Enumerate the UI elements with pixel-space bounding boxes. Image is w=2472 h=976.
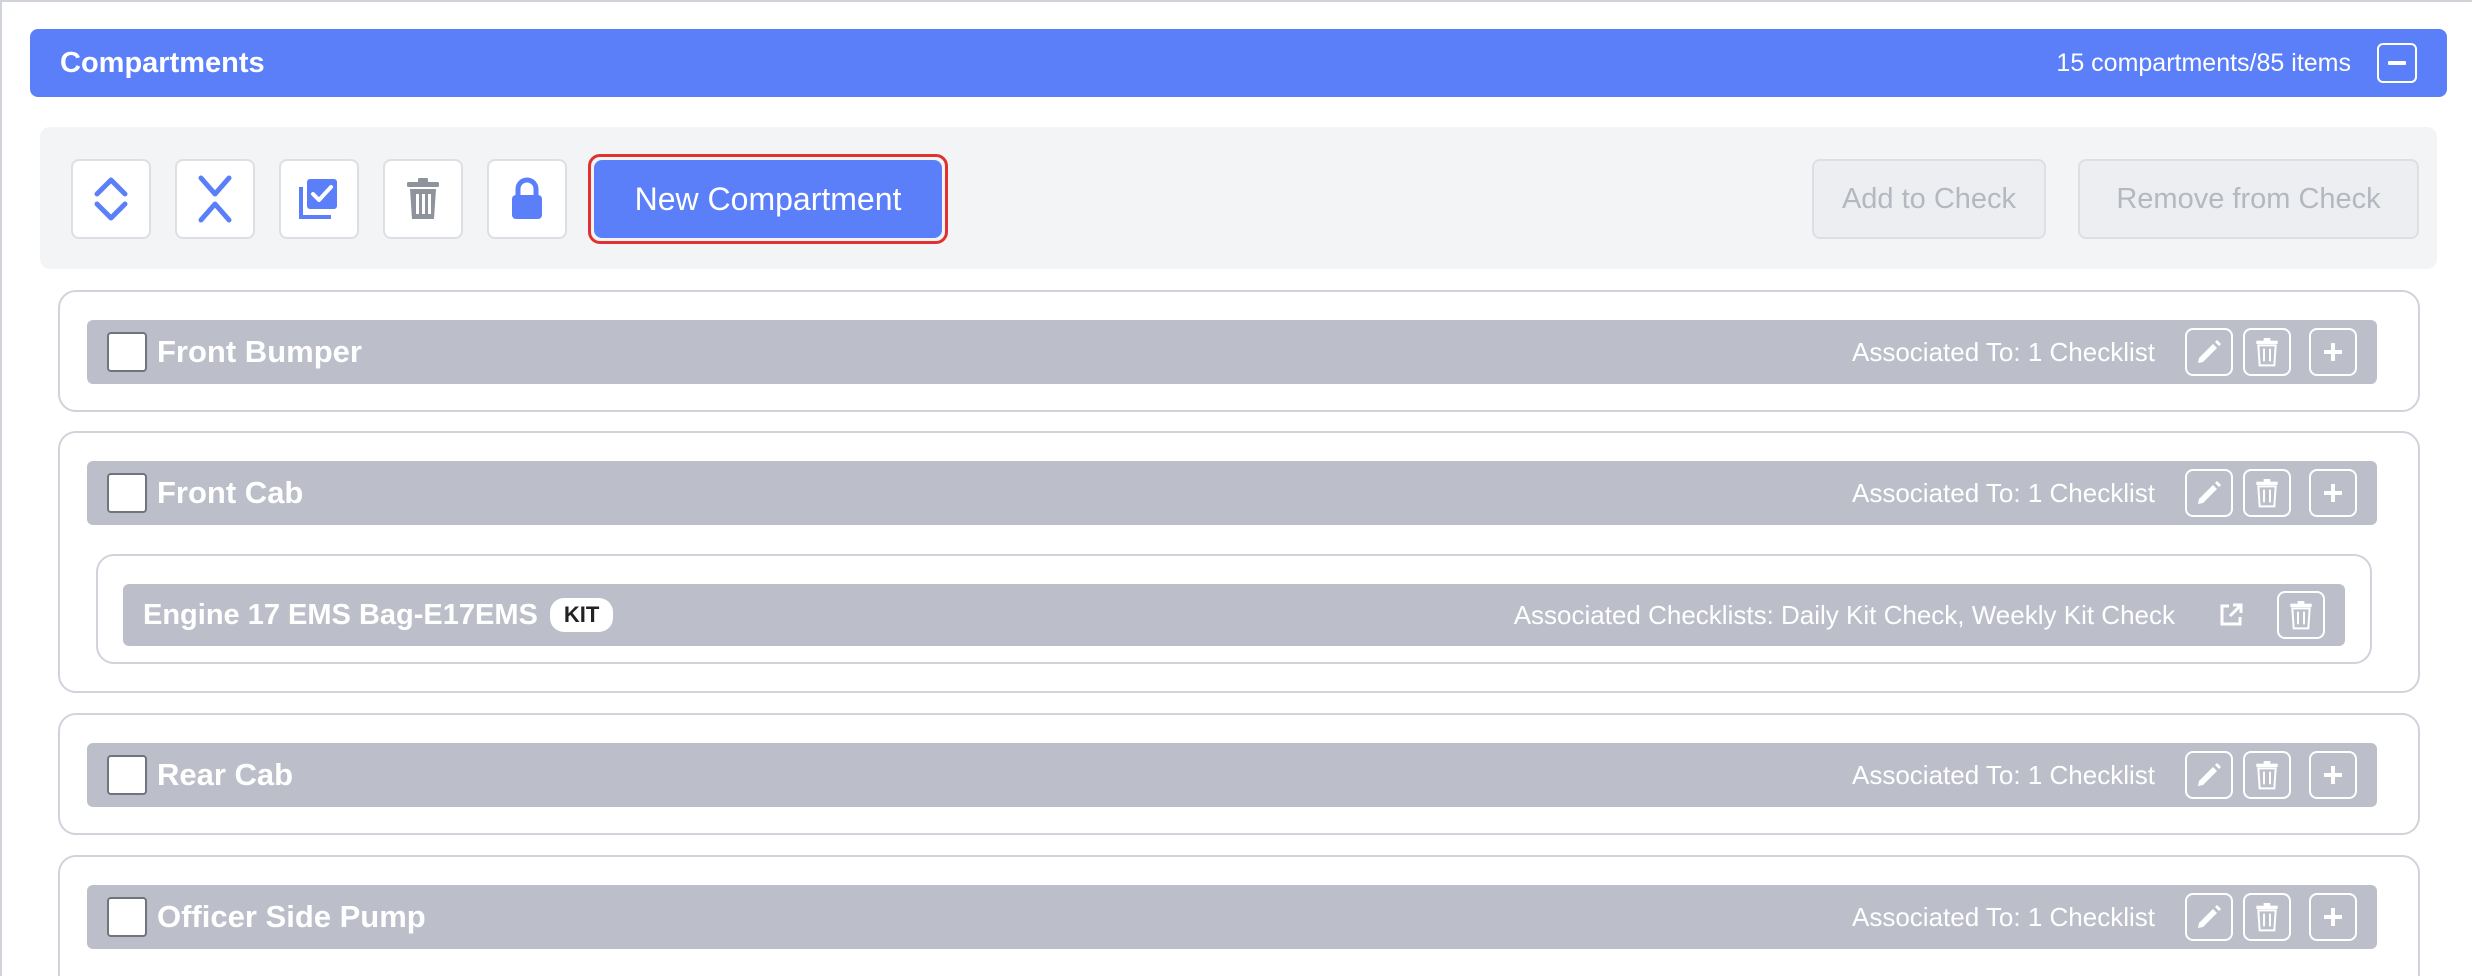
plus-icon bbox=[2324, 766, 2342, 784]
compartment-association: Associated To: 1 Checklist bbox=[1852, 759, 2155, 790]
collapse-panel-button[interactable] bbox=[2377, 43, 2417, 83]
kit-item-association: Associated Checklists: Daily Kit Check, … bbox=[1513, 599, 2175, 630]
collapse-icon bbox=[198, 175, 232, 223]
delete-button[interactable] bbox=[2243, 469, 2291, 517]
edit-button[interactable] bbox=[2185, 328, 2233, 376]
add-to-check-button[interactable]: Add to Check bbox=[1812, 159, 2046, 239]
delete-button[interactable] bbox=[2243, 328, 2291, 376]
lock-icon bbox=[512, 177, 542, 219]
compartment-card: Rear Cab Associated To: 1 Checklist bbox=[58, 713, 2420, 835]
pencil-icon bbox=[2198, 340, 2221, 363]
compartment-row[interactable]: Front Bumper Associated To: 1 Checklist bbox=[87, 320, 2377, 384]
kit-item-card: Engine 17 EMS Bag-E17EMS KIT Associated … bbox=[96, 554, 2372, 664]
minus-icon bbox=[2388, 61, 2406, 65]
kit-item-name: Engine 17 EMS Bag-E17EMS bbox=[143, 598, 538, 631]
panel-count: 15 compartments/85 items bbox=[2056, 48, 2351, 77]
pencil-icon bbox=[2198, 481, 2221, 504]
compartment-name: Front Cab bbox=[157, 475, 304, 510]
trash-icon bbox=[2256, 338, 2278, 367]
compartment-card: Officer Side Pump Associated To: 1 Check… bbox=[58, 855, 2420, 976]
trash-icon bbox=[2256, 903, 2278, 932]
add-item-button[interactable] bbox=[2309, 751, 2357, 799]
edit-button[interactable] bbox=[2185, 751, 2233, 799]
edit-button[interactable] bbox=[2185, 469, 2233, 517]
compartment-association: Associated To: 1 Checklist bbox=[1852, 336, 2155, 367]
pencil-icon bbox=[2198, 905, 2221, 928]
trash-icon bbox=[2256, 761, 2278, 790]
collapse-all-button[interactable] bbox=[175, 159, 255, 239]
panel-title: Compartments bbox=[60, 46, 265, 79]
compartment-association: Associated To: 1 Checklist bbox=[1852, 901, 2155, 932]
plus-icon bbox=[2324, 908, 2342, 926]
compartment-checkbox[interactable] bbox=[107, 755, 147, 795]
compartment-checkbox[interactable] bbox=[107, 897, 147, 937]
open-external-button[interactable] bbox=[2213, 597, 2249, 633]
compartment-checkbox[interactable] bbox=[107, 332, 147, 372]
add-item-button[interactable] bbox=[2309, 893, 2357, 941]
compartment-row[interactable]: Officer Side Pump Associated To: 1 Check… bbox=[87, 885, 2377, 949]
compartment-card: Front Bumper Associated To: 1 Checklist bbox=[58, 290, 2420, 412]
compartments-header: Compartments 15 compartments/85 items bbox=[30, 29, 2447, 97]
new-compartment-button[interactable]: New Compartment bbox=[588, 154, 948, 244]
trash-icon bbox=[2256, 479, 2278, 508]
compartment-row[interactable]: Front Cab Associated To: 1 Checklist bbox=[87, 461, 2377, 525]
compartment-name: Front Bumper bbox=[157, 334, 362, 369]
pencil-icon bbox=[2198, 763, 2221, 786]
expand-icon bbox=[94, 177, 128, 221]
add-item-button[interactable] bbox=[2309, 469, 2357, 517]
compartment-row[interactable]: Rear Cab Associated To: 1 Checklist bbox=[87, 743, 2377, 807]
trash-icon bbox=[2290, 601, 2312, 630]
lock-button[interactable] bbox=[487, 159, 567, 239]
compartment-name: Officer Side Pump bbox=[157, 899, 426, 934]
new-compartment-label: New Compartment bbox=[594, 160, 942, 238]
trash-icon bbox=[407, 178, 439, 219]
kit-badge: KIT bbox=[549, 598, 614, 632]
expand-all-button[interactable] bbox=[71, 159, 151, 239]
toolbar: New Compartment Add to Check Remove from… bbox=[40, 127, 2437, 269]
plus-icon bbox=[2324, 343, 2342, 361]
compartment-association: Associated To: 1 Checklist bbox=[1852, 477, 2155, 508]
compartment-card: Front Cab Associated To: 1 Checklist Eng… bbox=[58, 431, 2420, 693]
external-link-icon bbox=[2220, 603, 2243, 626]
remove-item-button[interactable] bbox=[2277, 591, 2325, 639]
kit-item-row[interactable]: Engine 17 EMS Bag-E17EMS KIT Associated … bbox=[123, 584, 2345, 646]
delete-selected-button[interactable] bbox=[383, 159, 463, 239]
delete-button[interactable] bbox=[2243, 751, 2291, 799]
add-item-button[interactable] bbox=[2309, 328, 2357, 376]
remove-from-check-button[interactable]: Remove from Check bbox=[2078, 159, 2419, 239]
select-all-icon bbox=[299, 179, 337, 219]
delete-button[interactable] bbox=[2243, 893, 2291, 941]
plus-icon bbox=[2324, 484, 2342, 502]
select-all-button[interactable] bbox=[279, 159, 359, 239]
edit-button[interactable] bbox=[2185, 893, 2233, 941]
compartment-name: Rear Cab bbox=[157, 757, 294, 792]
compartment-checkbox[interactable] bbox=[107, 473, 147, 513]
